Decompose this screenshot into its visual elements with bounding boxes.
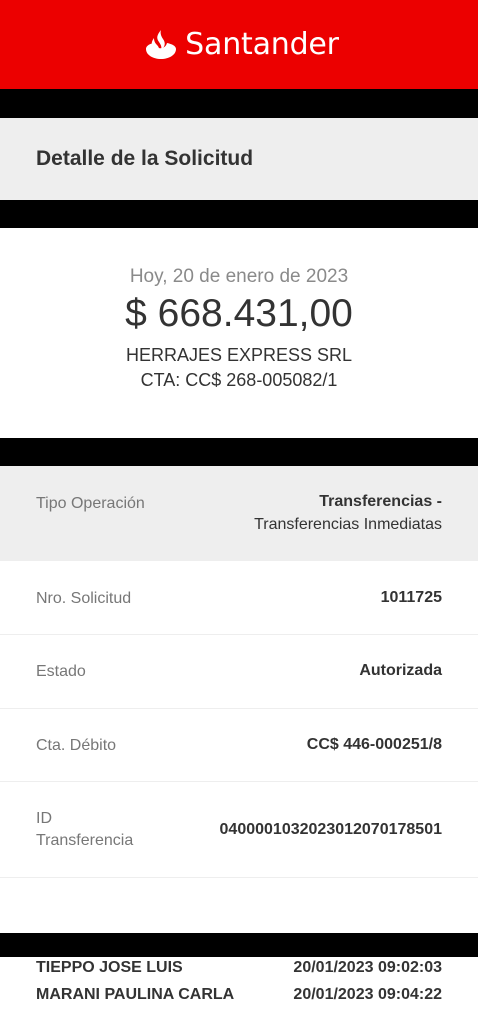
divider-band [0, 933, 478, 957]
signer-datetime: 20/01/2023 09:02:03 [293, 959, 442, 976]
signer-name: TIEPPO JOSE LUIS [36, 959, 183, 976]
page-title: Detalle de la Solicitud [36, 147, 254, 170]
transfer-summary: Hoy, 20 de enero de 2023 $ 668.431,00 HE… [0, 228, 478, 438]
detail-value: Transferencias - [319, 493, 442, 510]
detail-label: ID [36, 810, 52, 827]
detail-row-estado: Estado Autorizada [0, 635, 478, 709]
divider-band [0, 438, 478, 466]
detail-row-nro-solicitud: Nro. Solicitud 1011725 [0, 561, 478, 635]
detail-value: 1011725 [380, 589, 442, 606]
brand-name: Santander [185, 27, 339, 62]
detail-label: Transferencia [36, 832, 134, 849]
detail-value: Transferencias Inmediatas [254, 516, 442, 533]
transfer-amount: $ 668.431,00 [125, 292, 353, 335]
signer-name: MARANI PAULINA CARLA [36, 986, 235, 1003]
status-value: Autorizada [359, 662, 442, 679]
detail-row-cta-debito: Cta. Débito CC$ 446-000251/8 [0, 709, 478, 782]
detail-value: 0400001032023012070178501 [219, 821, 442, 838]
detail-label: Nro. Solicitud [36, 590, 132, 607]
detail-row-tipo-operacion: Tipo Operación Transferencias - Transfer… [0, 466, 478, 561]
flame-icon [146, 29, 177, 59]
beneficiary-account: CTA: CC$ 268-005082/1 [140, 370, 338, 390]
divider-band [0, 89, 478, 118]
detail-value: CC$ 446-000251/8 [306, 736, 442, 753]
detail-row-id-transferencia: ID Transferencia 04000010320230120701785… [0, 782, 478, 878]
app-header: Santander [0, 0, 478, 89]
detail-label: Tipo Operación [36, 495, 145, 512]
detail-label: Estado [36, 663, 86, 680]
beneficiary-name: HERRAJES EXPRESS SRL [125, 345, 353, 365]
signer-datetime: 20/01/2023 09:04:22 [293, 986, 442, 1003]
divider-band [0, 200, 478, 228]
detail-label: Cta. Débito [36, 737, 117, 754]
transfer-date: Hoy, 20 de enero de 2023 [129, 266, 349, 287]
santander-logo: Santander [143, 27, 339, 62]
